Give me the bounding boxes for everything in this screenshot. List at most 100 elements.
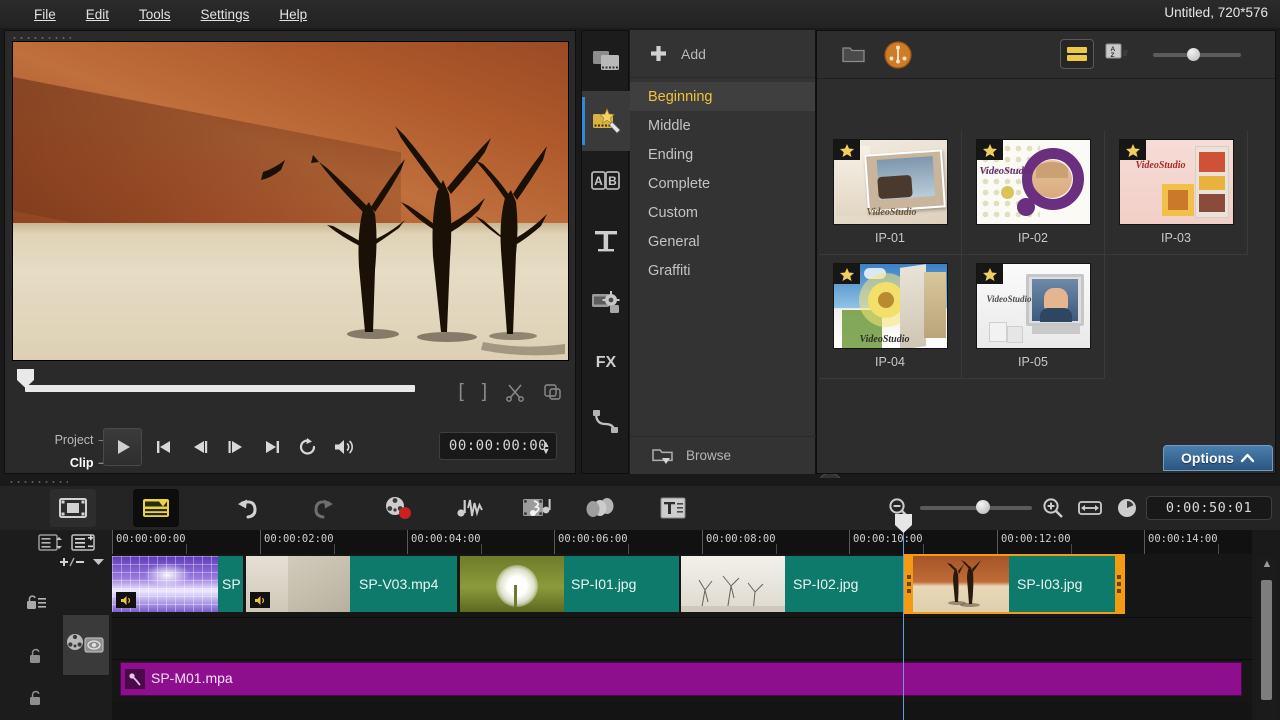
title-track-lock-icon[interactable] [22,647,50,665]
add-folder-button[interactable]: Add [630,30,815,78]
library-item-ip05[interactable]: VideoStudio IP-05 [962,255,1105,379]
clip-label: SP-I01.jpg [571,576,637,592]
category-graffiti[interactable]: Graffiti [630,256,815,285]
ruler-label: 00:00:02:00 [264,533,334,545]
title-track-header[interactable]: T [0,636,112,676]
menu-settings[interactable]: Settings [189,4,262,25]
timeline-zoom-knob[interactable] [976,500,990,514]
transition-tab[interactable]: AB [582,151,630,211]
scissors-icon[interactable] [505,382,525,402]
redo-button[interactable] [300,489,346,527]
sort-button[interactable]: AZ [1100,39,1134,69]
mark-out-icon[interactable]: ] [482,381,487,403]
import-media-folder-button[interactable] [839,41,869,69]
play-button[interactable] [103,428,142,466]
timeline-clip[interactable]: SP-I01.jpg [460,556,679,612]
step-forward-button[interactable] [223,435,249,459]
library-item-ip02[interactable]: VideoStudio IP-02 [962,131,1105,255]
category-custom[interactable]: Custom [630,198,815,227]
title-manager-button[interactable] [650,489,696,527]
video-track[interactable]: SP SP-V03.mp4 SP-I01.jpg SP-I02.jpg SP-I… [112,554,1252,618]
timeline-vertical-scrollbar[interactable]: ▲ [1256,556,1278,720]
options-label: Options [1181,450,1234,466]
preview-screen[interactable] [12,41,569,361]
track-add-remove-control[interactable] [60,556,104,568]
title-track[interactable] [112,618,1252,660]
timecode-spinner[interactable]: ▲ ▼ [540,440,552,456]
library-zoom-slider[interactable] [1153,48,1241,61]
timeline-clip-selected[interactable]: SP-I03.jpg [903,554,1125,614]
category-beginning[interactable]: Beginning [630,82,815,111]
category-ending[interactable]: Ending [630,140,815,169]
add-track-button[interactable] [70,532,100,554]
mark-in-icon[interactable]: [ [458,381,463,403]
category-general[interactable]: General [630,227,815,256]
timeline-playhead[interactable] [903,554,904,720]
timecode-down-arrow[interactable]: ▼ [540,447,552,456]
instant-project-tab[interactable] [582,91,630,151]
library-item-ip03[interactable]: VideoStudio IP-03 [1105,131,1248,255]
project-mode-label[interactable]: Project [31,429,111,452]
folder-icon [842,45,866,65]
clip-trim-handle-left[interactable] [905,556,913,612]
graphic-tab[interactable] [582,271,630,331]
clip-mode-label[interactable]: Clip [31,452,111,475]
title-tab[interactable] [582,211,630,271]
repeat-button[interactable] [295,435,321,459]
options-button[interactable]: Options [1163,445,1273,471]
timeline-ruler[interactable]: 00:00:00:00 00:00:02:00 00:00:04:00 00:0… [112,530,1252,554]
category-complete[interactable]: Complete [630,169,815,198]
library-filter-button[interactable] [883,41,913,69]
scrubber-track[interactable] [25,385,415,392]
auto-music-button[interactable] [515,489,561,527]
timeline-grip[interactable] [8,479,68,485]
voice-track-header[interactable] [0,678,112,718]
mix-audio-button[interactable] [448,489,494,527]
voice-track-lock-icon[interactable] [22,689,50,707]
menu-tools[interactable]: Tools [127,4,183,25]
library-item-ip04[interactable]: VideoStudio IP-04 [819,255,962,379]
storyboard-view-button[interactable] [50,489,96,527]
timeline-playhead-ruler[interactable] [895,514,912,554]
timeline-clip[interactable]: SP [112,556,243,612]
expand-preview-icon[interactable] [543,382,563,402]
volume-button[interactable] [331,435,357,459]
timeline-view-button[interactable] [133,489,179,527]
media-tab[interactable] [582,31,630,91]
undo-button[interactable] [225,489,271,527]
track-dropdown-icon[interactable] [93,558,104,566]
timeline-music-clip[interactable]: SP-M01.mpa [120,662,1242,696]
track-manager-button[interactable] [36,532,66,554]
project-duration-icon[interactable] [1116,497,1138,519]
step-back-button[interactable] [187,435,213,459]
category-middle[interactable]: Middle [630,111,815,140]
zoom-in-icon[interactable] [1042,497,1064,519]
preview-mode-switch[interactable]: Project Clip [31,429,111,475]
library-item-ip01[interactable]: VideoStudio IP-01 [819,131,962,255]
filter-tab[interactable]: FX [582,331,630,391]
video-track-lock-icon[interactable] [22,593,50,613]
previous-button[interactable] [151,435,177,459]
record-capture-button[interactable] [375,489,421,527]
menu-file[interactable]: File [22,4,68,25]
path-tab[interactable] [582,391,630,451]
menu-help[interactable]: Help [267,4,319,25]
timeline-zoom-slider[interactable] [920,500,1032,514]
timeline-clip[interactable]: SP-I02.jpg [681,556,903,612]
scroll-up-chevron-icon[interactable]: ▲ [1260,558,1274,570]
library-zoom-knob[interactable] [1187,48,1200,61]
project-duration-field[interactable]: 0:00:50:01 [1146,496,1272,520]
add-label: Add [681,45,706,62]
clip-trim-handle-right[interactable] [1115,556,1123,612]
music-track[interactable]: SP-M01.mpa [112,660,1252,702]
fit-project-icon[interactable] [1078,498,1102,518]
browse-button[interactable]: Browse [630,436,816,474]
scrollbar-thumb[interactable] [1261,580,1272,700]
video-track-header[interactable] [0,572,112,676]
next-button[interactable] [259,435,285,459]
timeline-clip[interactable]: SP-V03.mp4 [246,556,457,612]
overlay-button[interactable] [578,489,624,527]
menu-edit[interactable]: Edit [74,4,121,25]
list-view-toggle[interactable] [1060,39,1094,69]
preview-timecode-field[interactable]: 00:00:00:00 ▲ ▼ [439,432,557,460]
